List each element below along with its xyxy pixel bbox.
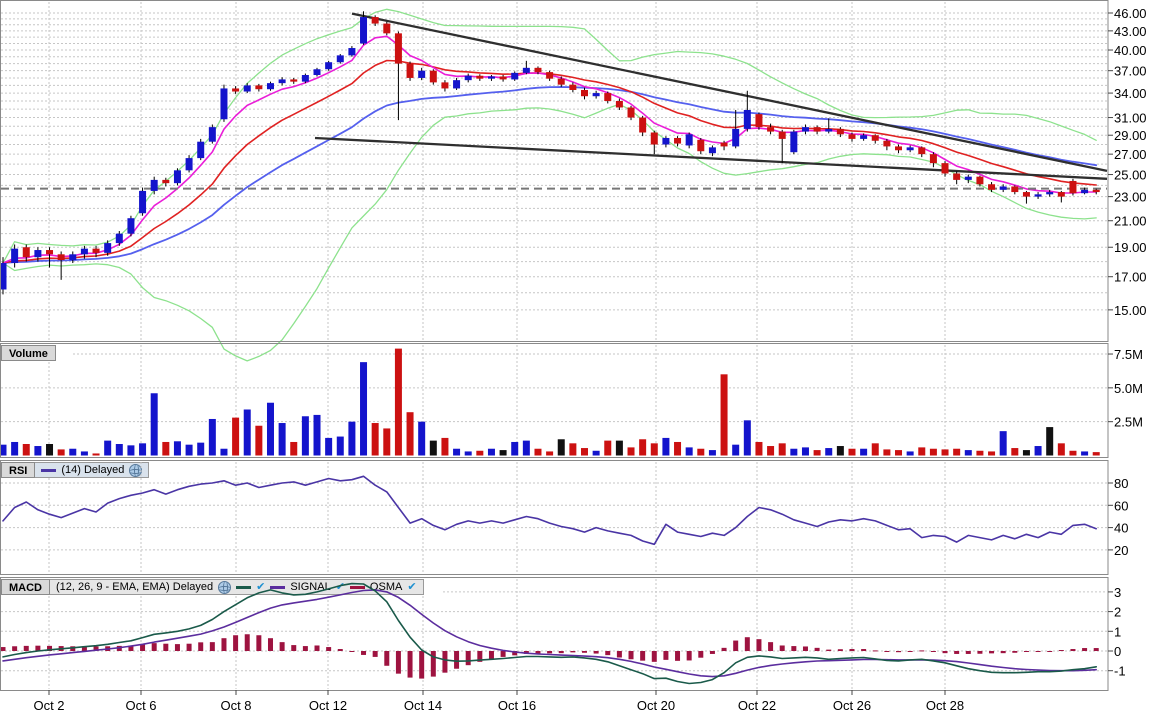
svg-text:46.00: 46.00 [1114,6,1147,21]
svg-text:0: 0 [1114,644,1121,659]
svg-text:40: 40 [1114,521,1128,536]
trading-chart-window: 46.00 43.00 40.00 37.00 34.00 31.00 29.00 27.00… [0,0,1150,717]
svg-text:Oct 26: Oct 26 [833,698,871,713]
svg-text:19.00: 19.00 [1114,240,1147,255]
svg-text:37.00: 37.00 [1114,64,1147,79]
svg-text:1: 1 [1114,624,1121,639]
svg-text:Oct 28: Oct 28 [926,698,964,713]
svg-text:5.0M: 5.0M [1114,381,1143,396]
svg-text:43.00: 43.00 [1114,24,1147,39]
svg-text:2: 2 [1114,605,1121,620]
svg-text:-1: -1 [1114,664,1126,679]
svg-text:80: 80 [1114,476,1128,491]
svg-text:Oct 2: Oct 2 [33,698,64,713]
svg-text:29.00: 29.00 [1114,128,1147,143]
svg-text:40.00: 40.00 [1114,43,1147,58]
svg-text:Oct 6: Oct 6 [125,698,156,713]
svg-text:7.5M: 7.5M [1114,347,1143,362]
chart-canvas[interactable]: 46.00 43.00 40.00 37.00 34.00 31.00 29.00 27.00… [0,0,1150,717]
svg-text:Oct 20: Oct 20 [637,698,675,713]
svg-text:3: 3 [1114,585,1121,600]
svg-text:20: 20 [1114,543,1128,558]
svg-text:15.00: 15.00 [1114,303,1147,318]
svg-text:34.00: 34.00 [1114,86,1147,101]
svg-text:Oct 8: Oct 8 [220,698,251,713]
svg-text:60: 60 [1114,498,1128,513]
svg-text:21.00: 21.00 [1114,214,1147,229]
svg-text:2.5M: 2.5M [1114,415,1143,430]
svg-text:Oct 14: Oct 14 [404,698,442,713]
svg-text:17.00: 17.00 [1114,270,1147,285]
svg-text:25.00: 25.00 [1114,168,1147,183]
svg-text:Oct 22: Oct 22 [738,698,776,713]
svg-text:Oct 12: Oct 12 [309,698,347,713]
svg-text:31.00: 31.00 [1114,111,1147,126]
svg-text:27.00: 27.00 [1114,147,1147,162]
svg-text:Oct 16: Oct 16 [498,698,536,713]
svg-text:23.00: 23.00 [1114,190,1147,205]
